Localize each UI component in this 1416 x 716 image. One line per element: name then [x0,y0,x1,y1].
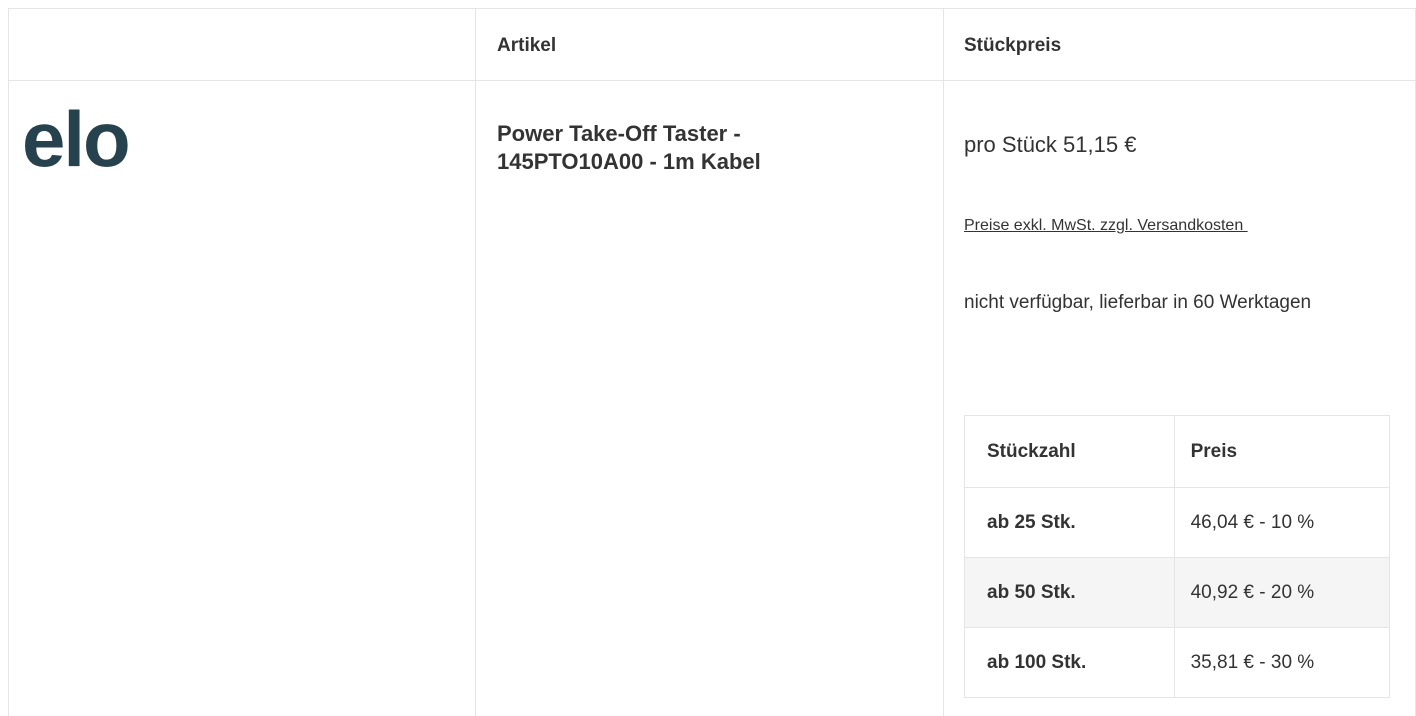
unit-price: pro Stück 51,15 € [964,132,1137,157]
tier-quantity: ab 100 Stk. [964,627,1175,698]
table-row: ab 100 Stk. 35,81 € - 30 % [964,627,1390,698]
availability-status: nicht verfügbar, lieferbar in 60 Werktag… [964,292,1312,313]
column-header-unit-price: Stückpreis [964,35,1062,56]
header-divider [8,80,1416,81]
table-row: ab 25 Stk. 46,04 € - 10 % [964,487,1390,558]
product-name-line: 145PTO10A00 - 1m Kabel [497,149,761,174]
shipping-costs-link[interactable]: Preise exkl. MwSt. zzgl. Versandkosten [964,217,1248,235]
product-name[interactable]: Power Take-Off Taster - 145PTO10A00 - 1m… [497,120,917,176]
brand-logo[interactable]: elo [22,100,131,178]
column-header-article: Artikel [497,35,557,56]
table-row: ab 50 Stk. 40,92 € - 20 % [964,557,1390,628]
tier-price: 46,04 € - 10 % [1174,487,1390,558]
tier-price: 40,92 € - 20 % [1174,557,1390,628]
tier-quantity: ab 50 Stk. [964,557,1175,628]
table-header-row: Stückzahl Preis [964,415,1390,488]
column-divider [475,8,476,716]
tier-price: 35,81 € - 30 % [1174,627,1390,698]
tier-price-table: Stückzahl Preis ab 25 Stk. 46,04 € - 10 … [964,415,1390,698]
tier-quantity: ab 25 Stk. [964,487,1175,558]
column-header-price: Preis [1174,415,1390,488]
column-divider [943,8,944,716]
product-name-line: Power Take-Off Taster - [497,121,741,146]
column-header-quantity: Stückzahl [964,415,1175,488]
